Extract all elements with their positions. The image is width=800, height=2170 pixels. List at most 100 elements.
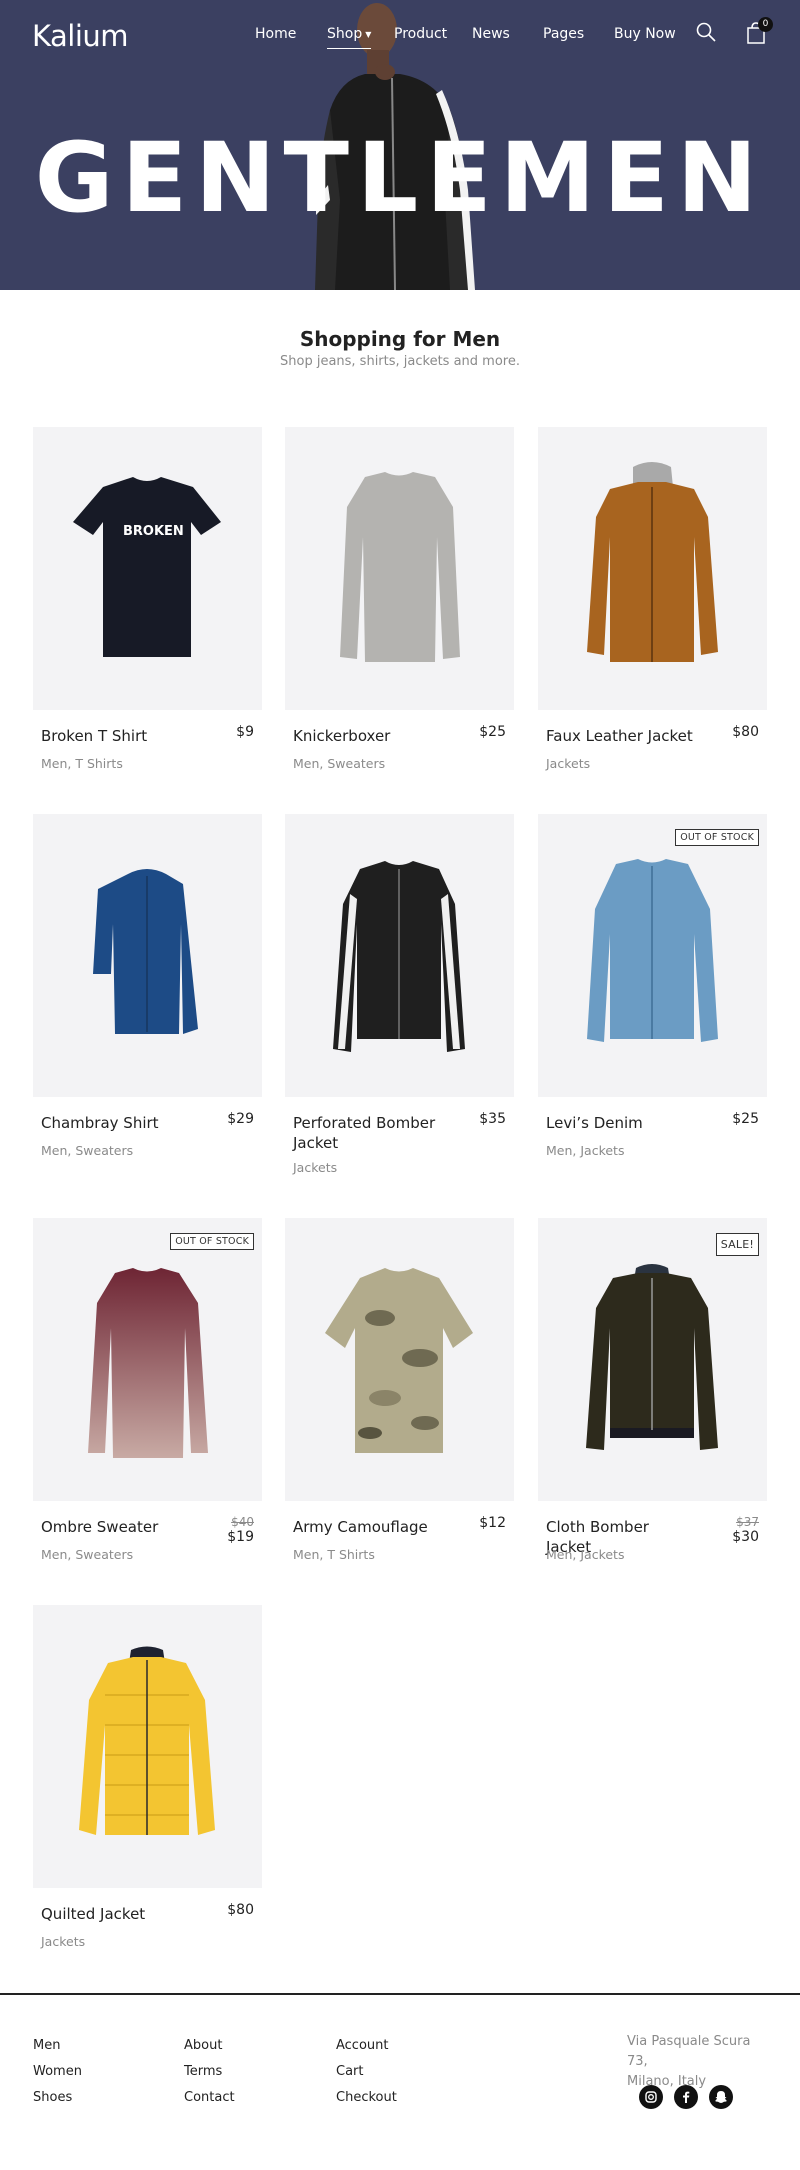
product-category[interactable]: Men, T Shirts: [293, 1547, 375, 1562]
bomber-jacket-image: [333, 861, 465, 1052]
product-card[interactable]: Quilted Jacket Jackets $80: [33, 1605, 262, 1949]
product-card[interactable]: OUT OF STOCK Ombre Sweater Men, Sweaters…: [33, 1218, 262, 1562]
denim-jacket-image: [587, 859, 718, 1042]
product-price: $37 $30: [732, 1515, 759, 1546]
product-price: $29: [227, 1111, 254, 1128]
footer-link-terms[interactable]: Terms: [184, 2059, 235, 2085]
search-icon[interactable]: [696, 22, 716, 46]
footer-link-contact[interactable]: Contact: [184, 2085, 235, 2111]
product-category[interactable]: Men, Jackets: [546, 1547, 624, 1562]
product-card[interactable]: Army Camouflage Men, T Shirts $12: [285, 1218, 514, 1562]
footer-column-shop: Men Women Shoes: [33, 2033, 82, 2111]
chevron-down-icon: ▼: [365, 29, 372, 39]
original-price: $40: [231, 1515, 254, 1529]
product-image[interactable]: [33, 1605, 262, 1888]
product-name[interactable]: Army Camouflage: [293, 1517, 443, 1537]
current-price: $25: [732, 1111, 759, 1127]
footer-link-cart[interactable]: Cart: [336, 2059, 397, 2085]
product-category[interactable]: Men, Sweaters: [41, 1143, 133, 1158]
footer-divider: [0, 1993, 800, 1995]
cart-count-badge: 0: [758, 17, 773, 32]
current-price: $25: [479, 724, 506, 740]
current-price: $80: [732, 724, 759, 740]
product-image[interactable]: OUT OF STOCK: [33, 1218, 262, 1501]
product-price: $40 $19: [227, 1515, 254, 1546]
footer-link-shoes[interactable]: Shoes: [33, 2085, 82, 2111]
product-price: $35: [479, 1111, 506, 1128]
product-price: $80: [732, 724, 759, 741]
current-price: $9: [236, 724, 254, 740]
sweater-image: [340, 472, 460, 662]
sale-price: $30: [732, 1529, 759, 1545]
product-image[interactable]: [285, 814, 514, 1097]
product-category[interactable]: Jackets: [293, 1160, 337, 1175]
product-category[interactable]: Men, Sweaters: [41, 1547, 133, 1562]
product-category[interactable]: Jackets: [41, 1934, 85, 1949]
hero-title: GENTLEMEN: [34, 122, 766, 234]
product-price: $12: [479, 1515, 506, 1532]
product-card[interactable]: OUT OF STOCK Levi’s Denim Men, Jackets $…: [538, 814, 767, 1158]
out-of-stock-badge: OUT OF STOCK: [675, 829, 759, 846]
product-name[interactable]: Faux Leather Jacket: [546, 726, 696, 746]
cart-button[interactable]: 0: [747, 17, 773, 48]
product-image[interactable]: [285, 1218, 514, 1501]
original-price: $37: [736, 1515, 759, 1529]
product-name[interactable]: Broken T Shirt: [41, 726, 191, 746]
store-address: Via Pasquale Scura 73, Milano, Italy: [627, 2032, 767, 2092]
hero-banner: Kalium Home Shop ▼ Product News Pages Buy…: [0, 0, 800, 290]
product-card[interactable]: Knickerboxer Men, Sweaters $25: [285, 427, 514, 771]
product-category[interactable]: Jackets: [546, 756, 590, 771]
product-card[interactable]: SALE! Cloth Bomber Jacket Men, Jackets $…: [538, 1218, 767, 1562]
product-category[interactable]: Men, Sweaters: [293, 756, 385, 771]
product-image[interactable]: SALE!: [538, 1218, 767, 1501]
tshirt-image: BROKEN: [73, 477, 221, 657]
snapchat-icon[interactable]: [709, 2085, 733, 2109]
product-card[interactable]: Faux Leather Jacket Jackets $80: [538, 427, 767, 771]
leather-jacket-image: [587, 462, 718, 662]
cloth-bomber-jacket-image: [586, 1264, 718, 1450]
shirt-image: [93, 869, 198, 1034]
product-name[interactable]: Levi’s Denim: [546, 1113, 696, 1133]
product-card[interactable]: Chambray Shirt Men, Sweaters $29: [33, 814, 262, 1158]
nav-news[interactable]: News: [472, 26, 510, 42]
product-image[interactable]: OUT OF STOCK: [538, 814, 767, 1097]
main-nav: Home Shop ▼ Product News Pages Buy Now: [0, 26, 800, 49]
nav-home[interactable]: Home: [255, 26, 296, 42]
nav-buy-now[interactable]: Buy Now: [614, 26, 676, 42]
product-name[interactable]: Quilted Jacket: [41, 1904, 191, 1924]
product-card[interactable]: Perforated Bomber Jacket Jackets $35: [285, 814, 514, 1175]
quilted-jacket-image: [79, 1646, 215, 1835]
footer-link-about[interactable]: About: [184, 2033, 235, 2059]
ombre-sweater-image: [88, 1268, 208, 1458]
product-image[interactable]: [33, 814, 262, 1097]
nav-pages[interactable]: Pages: [543, 26, 584, 42]
instagram-icon[interactable]: [639, 2085, 663, 2109]
nav-product[interactable]: Product: [394, 26, 447, 42]
product-name[interactable]: Knickerboxer: [293, 726, 443, 746]
facebook-icon[interactable]: [674, 2085, 698, 2109]
product-price: $25: [732, 1111, 759, 1128]
current-price: $12: [479, 1515, 506, 1531]
product-image[interactable]: BROKEN: [33, 427, 262, 710]
footer-link-checkout[interactable]: Checkout: [336, 2085, 397, 2111]
sale-price: $19: [227, 1529, 254, 1545]
current-price: $35: [479, 1111, 506, 1127]
footer-link-men[interactable]: Men: [33, 2033, 82, 2059]
product-category[interactable]: Men, Jackets: [546, 1143, 624, 1158]
footer-link-women[interactable]: Women: [33, 2059, 82, 2085]
product-card[interactable]: BROKEN Broken T Shirt Men, T Shirts $9: [33, 427, 262, 771]
product-category[interactable]: Men, T Shirts: [41, 756, 123, 771]
product-name[interactable]: Chambray Shirt: [41, 1113, 191, 1133]
product-image[interactable]: [285, 427, 514, 710]
current-price: $29: [227, 1111, 254, 1127]
footer-column-account: Account Cart Checkout: [336, 2033, 397, 2111]
address-line-1: Via Pasquale Scura 73,: [627, 2034, 751, 2069]
tshirt-print-text: BROKEN: [123, 524, 184, 539]
nav-shop[interactable]: Shop ▼: [327, 26, 372, 49]
section-title: Shopping for Men: [299, 327, 501, 351]
footer-link-account[interactable]: Account: [336, 2033, 397, 2059]
product-image[interactable]: [538, 427, 767, 710]
product-name[interactable]: Perforated Bomber Jacket: [293, 1113, 443, 1153]
product-name[interactable]: Ombre Sweater: [41, 1517, 191, 1537]
current-price: $80: [227, 1902, 254, 1918]
